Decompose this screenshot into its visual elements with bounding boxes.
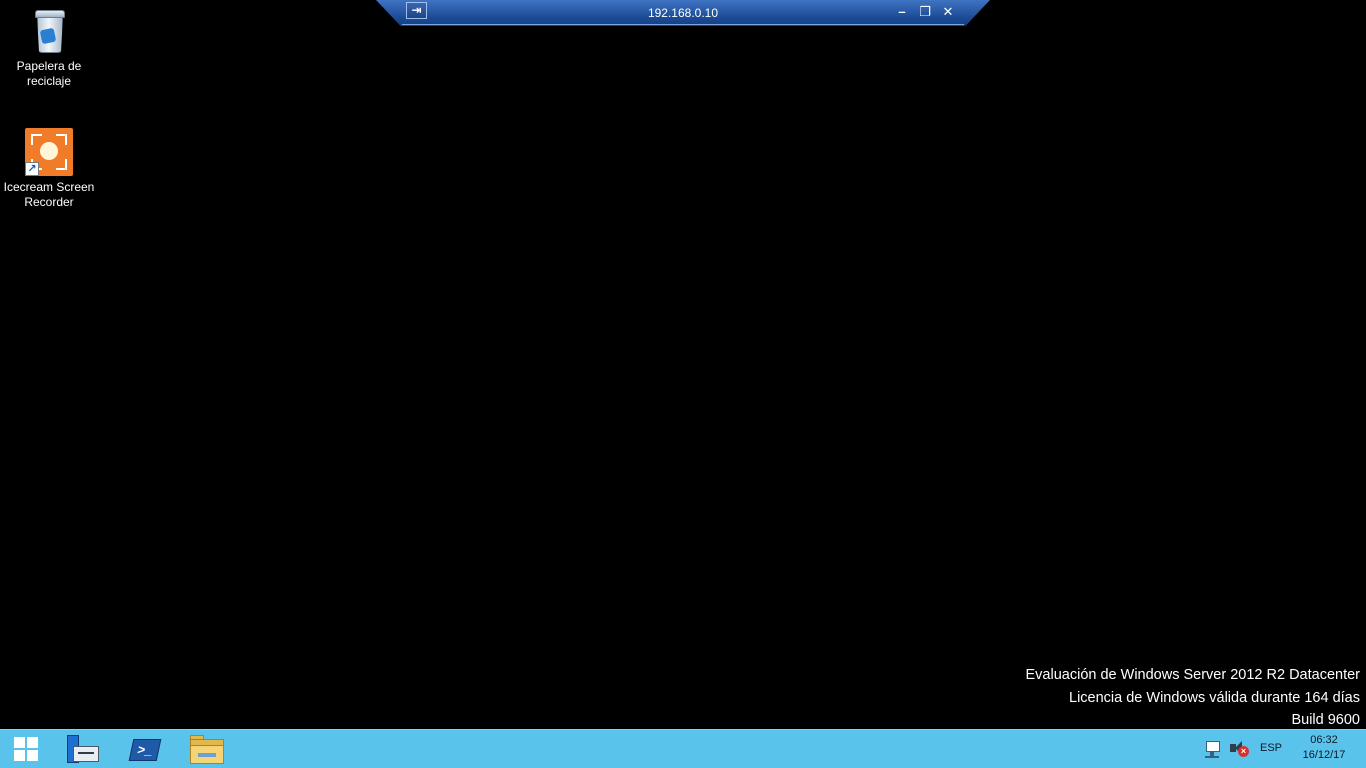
- clock-time: 06:32: [1310, 734, 1338, 746]
- taskbar-file-explorer-button[interactable]: [177, 730, 233, 768]
- watermark-line-license: Licencia de Windows válida durante 164 d…: [1069, 689, 1360, 706]
- clock-date: 16/12/17: [1302, 749, 1346, 761]
- restore-icon[interactable]: ❐: [916, 3, 934, 21]
- icecream-screen-recorder-icon: ↗: [25, 128, 73, 176]
- volume-muted-icon[interactable]: ×: [1229, 740, 1249, 758]
- windows-evaluation-watermark: Evaluación de Windows Server 2012 R2 Dat…: [1026, 664, 1360, 732]
- taskbar-server-manager-button[interactable]: [55, 730, 111, 768]
- powershell-icon: >_: [128, 739, 162, 761]
- desktop-icon-label: Icecream Screen Recorder: [3, 180, 95, 209]
- desktop-icon-label: Papelera de reciclaje: [16, 59, 82, 88]
- watermark-line-edition: Evaluación de Windows Server 2012 R2 Dat…: [1025, 667, 1360, 683]
- close-icon[interactable]: ✕: [939, 3, 957, 21]
- recycle-bin-icon: [25, 7, 73, 55]
- start-button[interactable]: [0, 730, 52, 768]
- taskbar-powershell-button[interactable]: >_: [116, 730, 172, 768]
- network-icon[interactable]: [1205, 740, 1223, 758]
- system-clock[interactable]: 06:32 16/12/17: [1294, 733, 1354, 763]
- taskbar: >_ × ESP 06:32 16/12/17: [0, 729, 1366, 768]
- remote-desktop-connection-bar: ⇥ 192.168.0.10 – ❐ ✕: [376, 0, 990, 26]
- shortcut-arrow-icon: ↗: [25, 162, 39, 176]
- input-language-indicator[interactable]: ESP: [1256, 742, 1286, 754]
- minimize-icon[interactable]: –: [893, 3, 911, 21]
- desktop-icon-icecream-screen-recorder[interactable]: ↗ Icecream Screen Recorder: [1, 128, 97, 210]
- desktop-icon-recycle-bin[interactable]: Papelera de reciclaje: [1, 7, 97, 89]
